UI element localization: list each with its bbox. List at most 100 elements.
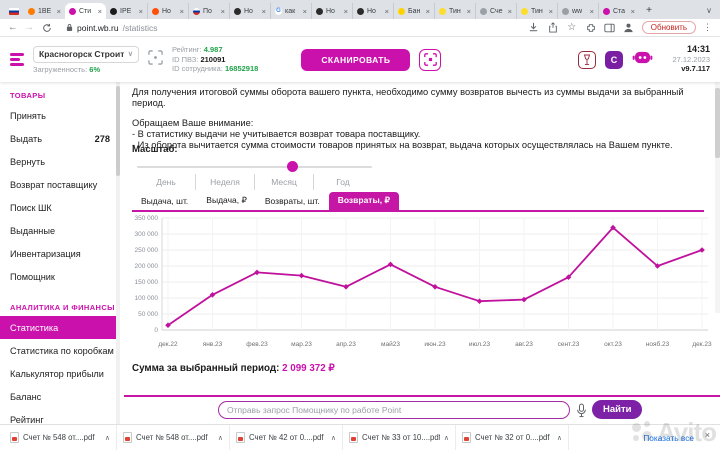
hamburger-menu-icon[interactable] bbox=[10, 53, 24, 66]
profile-icon[interactable] bbox=[623, 22, 635, 34]
browser-tab[interactable]: Но × bbox=[352, 3, 393, 19]
download-file-chip[interactable]: Счет № 548 от....pdf ∧ bbox=[4, 425, 117, 450]
sidebar-group-analytics: Статистика Статистика по коробкам Кальку… bbox=[0, 316, 120, 424]
browser-tab[interactable]: Сти × bbox=[65, 3, 106, 19]
sidebar-item-badge: 278 bbox=[95, 134, 110, 144]
chevron-up-icon[interactable]: ∧ bbox=[557, 434, 562, 442]
download-icon[interactable] bbox=[528, 22, 540, 34]
tab-close-icon[interactable]: × bbox=[180, 8, 184, 15]
new-tab-button[interactable]: + bbox=[641, 3, 657, 19]
chevron-up-icon[interactable]: ∧ bbox=[331, 434, 336, 442]
side-panel-icon[interactable] bbox=[604, 22, 616, 34]
extensions-puzzle-icon[interactable] bbox=[585, 22, 597, 34]
browser-tab[interactable]: ww × bbox=[557, 3, 598, 19]
tab-close-icon[interactable]: × bbox=[385, 8, 389, 15]
pinned-tab[interactable] bbox=[4, 3, 24, 19]
tab-search-chevron-icon[interactable]: ∨ bbox=[706, 3, 712, 19]
employee-id-value: 16852918 bbox=[225, 64, 258, 73]
sidebar-scrollbar[interactable] bbox=[116, 82, 120, 424]
scale-option-month[interactable]: Месяц bbox=[254, 174, 313, 190]
tab-close-icon[interactable]: × bbox=[467, 8, 471, 15]
browser-tab[interactable]: По × bbox=[188, 3, 229, 19]
browser-tab[interactable]: Тин × bbox=[516, 3, 557, 19]
tab-issued-rub[interactable]: Выдача, ₽ bbox=[197, 192, 256, 210]
sidebar-item[interactable]: Вернуть bbox=[0, 150, 120, 173]
sidebar-item[interactable]: Статистика по коробкам bbox=[0, 339, 120, 362]
page-scrollbar[interactable] bbox=[715, 82, 720, 313]
address-bar[interactable]: point.wb.ru/statistics bbox=[66, 23, 521, 33]
sidebar-item[interactable]: Баланс bbox=[0, 385, 120, 408]
browser-tab[interactable]: Сче × bbox=[475, 3, 516, 19]
browser-menu-kebab-icon[interactable]: ⋮ bbox=[703, 22, 712, 33]
browser-tab[interactable]: 1ВЕ × bbox=[24, 3, 65, 19]
download-file-chip[interactable]: Счет № 33 от 10....pdf ∧ bbox=[343, 425, 456, 450]
scale-option-day[interactable]: День bbox=[137, 174, 195, 190]
tab-close-icon[interactable]: × bbox=[549, 8, 553, 15]
downloads-close-icon[interactable]: × bbox=[705, 430, 710, 440]
download-file-chip[interactable]: Счет № 32 от 0....pdf ∧ bbox=[456, 425, 569, 450]
tab-issued-qty[interactable]: Выдача, шт. bbox=[132, 193, 197, 210]
chevron-up-icon[interactable]: ∧ bbox=[218, 434, 223, 442]
share-icon[interactable] bbox=[547, 22, 559, 34]
tab-close-icon[interactable]: × bbox=[57, 8, 61, 15]
sidebar-item[interactable]: Выдать 278 bbox=[0, 127, 120, 150]
tab-title: Сти bbox=[79, 8, 91, 15]
assistant-input[interactable] bbox=[218, 401, 570, 419]
tab-close-icon[interactable]: × bbox=[508, 8, 512, 15]
sidebar-item[interactable]: Инвентаризация bbox=[0, 242, 120, 265]
tab-close-icon[interactable]: × bbox=[631, 8, 635, 15]
tab-close-icon[interactable]: × bbox=[139, 8, 143, 15]
tab-favicon-icon bbox=[193, 8, 200, 15]
download-file-name: Счет № 548 от....pdf bbox=[136, 433, 208, 442]
browser-tab[interactable]: Бан × bbox=[393, 3, 434, 19]
browser-tab[interactable]: G как × bbox=[270, 3, 311, 19]
download-file-chip[interactable]: Счет № 42 от 0....pdf ∧ bbox=[230, 425, 343, 450]
scale-option-week[interactable]: Неделя bbox=[195, 174, 254, 190]
wine-glass-icon[interactable] bbox=[578, 51, 596, 69]
tab-close-icon[interactable]: × bbox=[344, 8, 348, 15]
back-icon[interactable]: ← bbox=[8, 20, 18, 36]
update-button[interactable]: Обновить bbox=[642, 21, 696, 34]
sidebar-item[interactable]: Выданные bbox=[0, 219, 120, 242]
tab-returns-rub[interactable]: Возвраты, ₽ bbox=[329, 192, 399, 210]
tab-close-icon[interactable]: × bbox=[98, 8, 102, 15]
browser-tab[interactable]: Ста × bbox=[598, 3, 639, 19]
sidebar-item[interactable]: Помощник bbox=[0, 265, 120, 288]
browser-tab[interactable]: Но × bbox=[229, 3, 270, 19]
browser-tab[interactable]: Но × bbox=[311, 3, 352, 19]
chevron-up-icon[interactable]: ∧ bbox=[105, 434, 110, 442]
scale-option-year[interactable]: Год bbox=[313, 174, 372, 190]
office-selector[interactable]: Красногорск Строит ∨ bbox=[33, 46, 139, 63]
tab-close-icon[interactable]: × bbox=[303, 8, 307, 15]
fullscreen-scan-icon[interactable] bbox=[148, 50, 163, 70]
microphone-icon[interactable] bbox=[576, 403, 587, 423]
c-app-icon[interactable]: C bbox=[605, 51, 623, 69]
sidebar-item[interactable]: Статистика bbox=[0, 316, 120, 339]
browser-tab[interactable]: IPE × bbox=[106, 3, 147, 19]
browser-tab[interactable]: Но × bbox=[147, 3, 188, 19]
sidebar-item[interactable]: Возврат поставщику bbox=[0, 173, 120, 196]
office-name: Красногорск Строит bbox=[39, 49, 124, 59]
sidebar-item[interactable]: Калькулятор прибыли bbox=[0, 362, 120, 385]
scan-button[interactable]: СКАНИРОВАТЬ bbox=[301, 49, 410, 71]
slider-thumb[interactable] bbox=[287, 161, 298, 172]
show-all-downloads-link[interactable]: Показать все bbox=[643, 433, 694, 443]
tab-returns-qty[interactable]: Возвраты, шт. bbox=[256, 193, 329, 210]
chevron-up-icon[interactable]: ∧ bbox=[444, 434, 449, 442]
tab-close-icon[interactable]: × bbox=[221, 8, 225, 15]
tab-close-icon[interactable]: × bbox=[426, 8, 430, 15]
find-button[interactable]: Найти bbox=[592, 400, 642, 419]
tab-close-icon[interactable]: × bbox=[262, 8, 266, 15]
bookmark-star-icon[interactable]: ☆ bbox=[566, 22, 578, 34]
scale-slider[interactable] bbox=[137, 166, 372, 168]
sidebar-item[interactable]: Рейтинг bbox=[0, 408, 120, 424]
forward-icon[interactable]: → bbox=[25, 20, 35, 36]
qr-scan-button[interactable] bbox=[419, 49, 441, 71]
browser-tab[interactable]: Тин × bbox=[434, 3, 475, 19]
tab-close-icon[interactable]: × bbox=[590, 8, 594, 15]
sidebar-item[interactable]: Поиск ШК bbox=[0, 196, 120, 219]
sidebar-item[interactable]: Принять bbox=[0, 104, 120, 127]
reload-icon[interactable] bbox=[41, 22, 53, 34]
download-file-chip[interactable]: Счет № 548 от....pdf ∧ bbox=[117, 425, 230, 450]
assistant-robot-icon[interactable] bbox=[632, 50, 653, 70]
